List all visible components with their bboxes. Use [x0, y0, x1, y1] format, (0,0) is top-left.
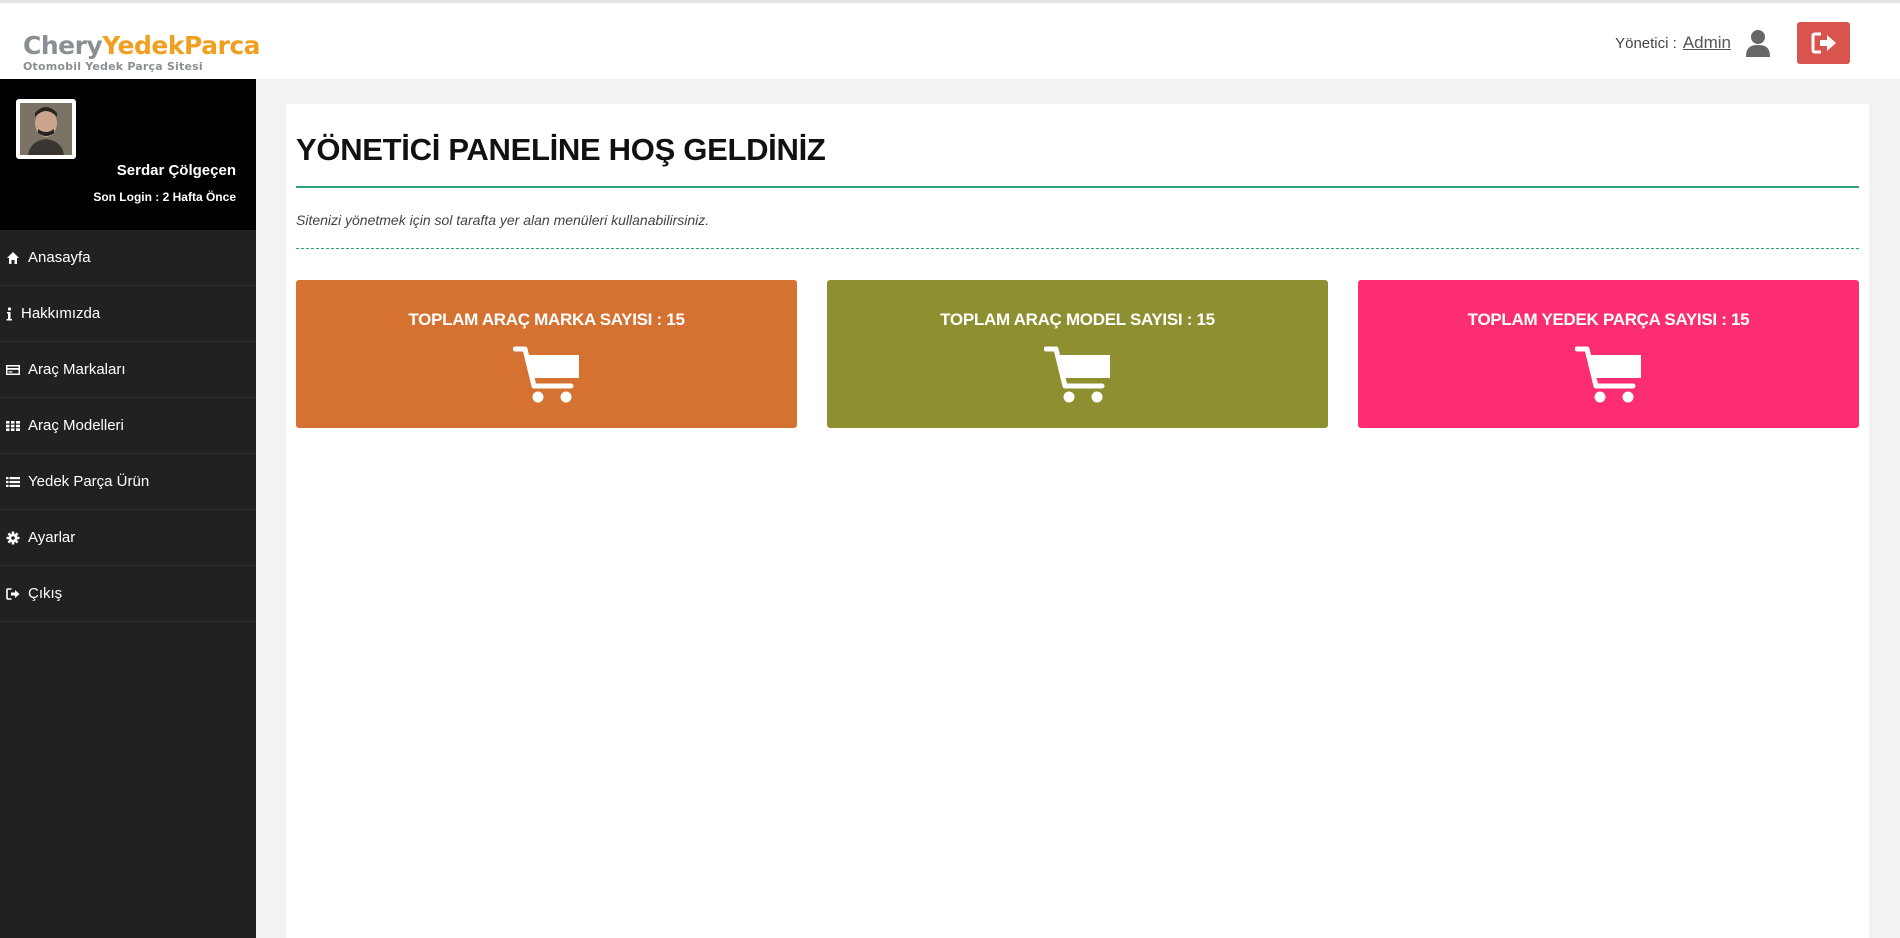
sidebar-item-label: Araç Modelleri — [28, 417, 124, 434]
home-icon — [7, 251, 19, 264]
user-area: Yönetici : Admin — [1615, 21, 1850, 65]
profile-name: Serdar Çölgeçen — [116, 162, 236, 179]
sidebar-item-label: Ayarlar — [28, 529, 76, 546]
user-role-label: Yönetici : — [1615, 34, 1677, 52]
grid-icon — [6, 420, 20, 431]
sidebar-item-anasayfa[interactable]: Anasayfa — [0, 230, 256, 286]
card-icon — [6, 364, 20, 375]
logout-button[interactable] — [1797, 22, 1850, 64]
sidebar-item-label: Anasayfa — [28, 249, 91, 266]
title-divider — [296, 186, 1859, 188]
top-bar: CheryYedekParca Otomobil Yedek Parça Sit… — [0, 0, 1900, 79]
sidebar-menu: Anasayfa Hakkımızda Araç Markaları Araç … — [0, 230, 256, 622]
cart-icon — [1575, 346, 1643, 404]
user-icon — [1746, 30, 1770, 57]
sidebar-item-label: Hakkımızda — [21, 305, 101, 322]
site-logo[interactable]: CheryYedekParca Otomobil Yedek Parça Sit… — [23, 31, 261, 74]
stat-label: TOPLAM ARAÇ MARKA SAYISI : 15 — [408, 310, 685, 329]
main-content: YÖNETİCİ PANELİNE HOŞ GELDİNİZ Sitenizi … — [286, 104, 1869, 938]
sidebar-item-cikis[interactable]: Çıkış — [0, 566, 256, 622]
profile-panel: Serdar Çölgeçen Son Login : 2 Hafta Önce — [0, 79, 256, 230]
gear-icon — [6, 531, 20, 544]
logo-text: CheryYedekParca — [23, 31, 261, 60]
sidebar-item-hakkimizda[interactable]: Hakkımızda — [0, 286, 256, 342]
list-icon — [6, 476, 20, 487]
sidebar-item-label: Yedek Parça Ürün — [28, 473, 150, 490]
logo-text-chery: Chery — [23, 31, 103, 60]
stat-label: TOPLAM ARAÇ MODEL SAYISI : 15 — [940, 310, 1215, 329]
stat-label: TOPLAM YEDEK PARÇA SAYISI : 15 — [1467, 310, 1750, 329]
sidebar-item-yedek-parca-urun[interactable]: Yedek Parça Ürün — [0, 454, 256, 510]
stat-card-brand-count[interactable]: TOPLAM ARAÇ MARKA SAYISI : 15 — [296, 280, 797, 428]
logo-subtitle: Otomobil Yedek Parça Sitesi — [23, 60, 203, 73]
sidebar-item-label: Araç Markaları — [28, 361, 126, 378]
last-login-info: Son Login : 2 Hafta Önce — [93, 190, 236, 204]
user-name-link[interactable]: Admin — [1683, 33, 1731, 53]
cart-icon — [1044, 346, 1112, 404]
info-icon — [6, 306, 12, 320]
sign-out-icon — [6, 587, 20, 600]
page-title: YÖNETİCİ PANELİNE HOŞ GELDİNİZ — [296, 132, 826, 167]
sign-out-icon — [1811, 32, 1836, 54]
avatar-image — [20, 103, 72, 155]
logo-text-yedekparca: YedekParca — [102, 31, 261, 60]
sidebar: Serdar Çölgeçen Son Login : 2 Hafta Önce… — [0, 79, 256, 938]
sidebar-item-arac-modelleri[interactable]: Araç Modelleri — [0, 398, 256, 454]
intro-text: Sitenizi yönetmek için sol tarafta yer a… — [296, 212, 710, 228]
stat-card-model-count[interactable]: TOPLAM ARAÇ MODEL SAYISI : 15 — [827, 280, 1328, 428]
dashed-divider — [296, 248, 1859, 249]
cart-icon — [513, 346, 581, 404]
stat-card-part-count[interactable]: TOPLAM YEDEK PARÇA SAYISI : 15 — [1358, 280, 1859, 428]
avatar — [16, 99, 76, 159]
sidebar-item-label: Çıkış — [28, 585, 63, 602]
sidebar-item-ayarlar[interactable]: Ayarlar — [0, 510, 256, 566]
sidebar-item-arac-markalari[interactable]: Araç Markaları — [0, 342, 256, 398]
